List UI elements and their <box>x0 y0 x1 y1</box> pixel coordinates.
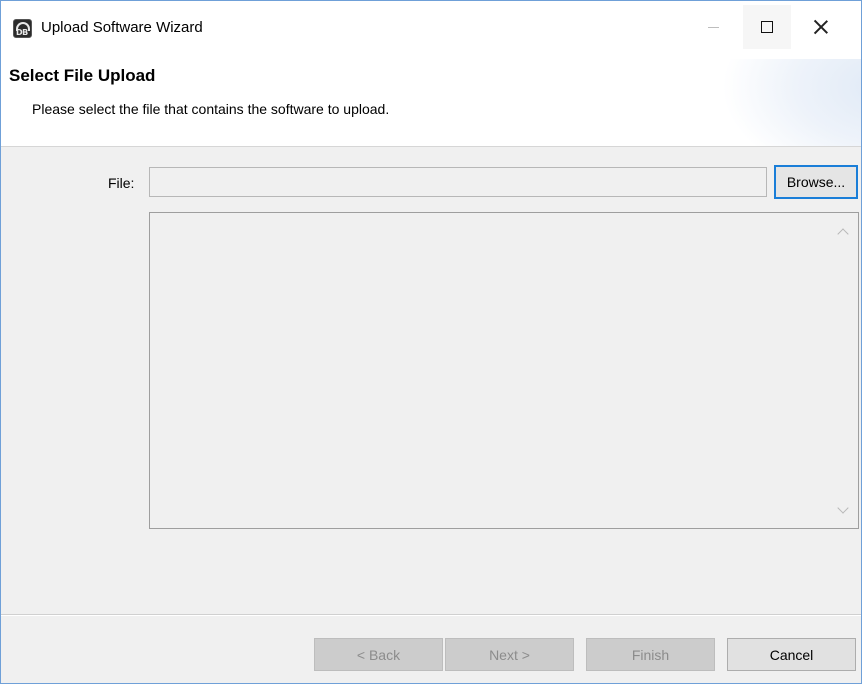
maximize-button[interactable] <box>743 5 791 49</box>
app-icon: DB <box>13 19 32 38</box>
page-description: Please select the file that contains the… <box>32 101 390 117</box>
scroll-up-icon[interactable] <box>837 227 849 240</box>
banner-decoration <box>721 59 861 146</box>
browse-button[interactable]: Browse... <box>774 165 858 199</box>
window-title: Upload Software Wizard <box>41 19 203 36</box>
file-path-input[interactable] <box>149 167 767 197</box>
next-button[interactable]: Next > <box>445 638 574 671</box>
title-bar[interactable]: DB Upload Software Wizard <box>1 1 861 59</box>
close-icon <box>814 20 828 34</box>
cancel-button[interactable]: Cancel <box>727 638 856 671</box>
close-button[interactable] <box>797 5 845 49</box>
back-button[interactable]: < Back <box>314 638 443 671</box>
scroll-down-icon[interactable] <box>837 502 849 516</box>
minimize-icon <box>707 26 719 28</box>
minimize-button[interactable] <box>689 5 737 49</box>
finish-button[interactable]: Finish <box>586 638 715 671</box>
maximize-icon <box>761 21 773 33</box>
file-details-area[interactable] <box>149 212 859 529</box>
file-label: File: <box>108 175 135 191</box>
page-title: Select File Upload <box>9 66 156 85</box>
wizard-header-banner: Select File Upload Please select the fil… <box>1 59 861 147</box>
wizard-window: DB Upload Software Wizard Select File Up… <box>0 0 862 684</box>
